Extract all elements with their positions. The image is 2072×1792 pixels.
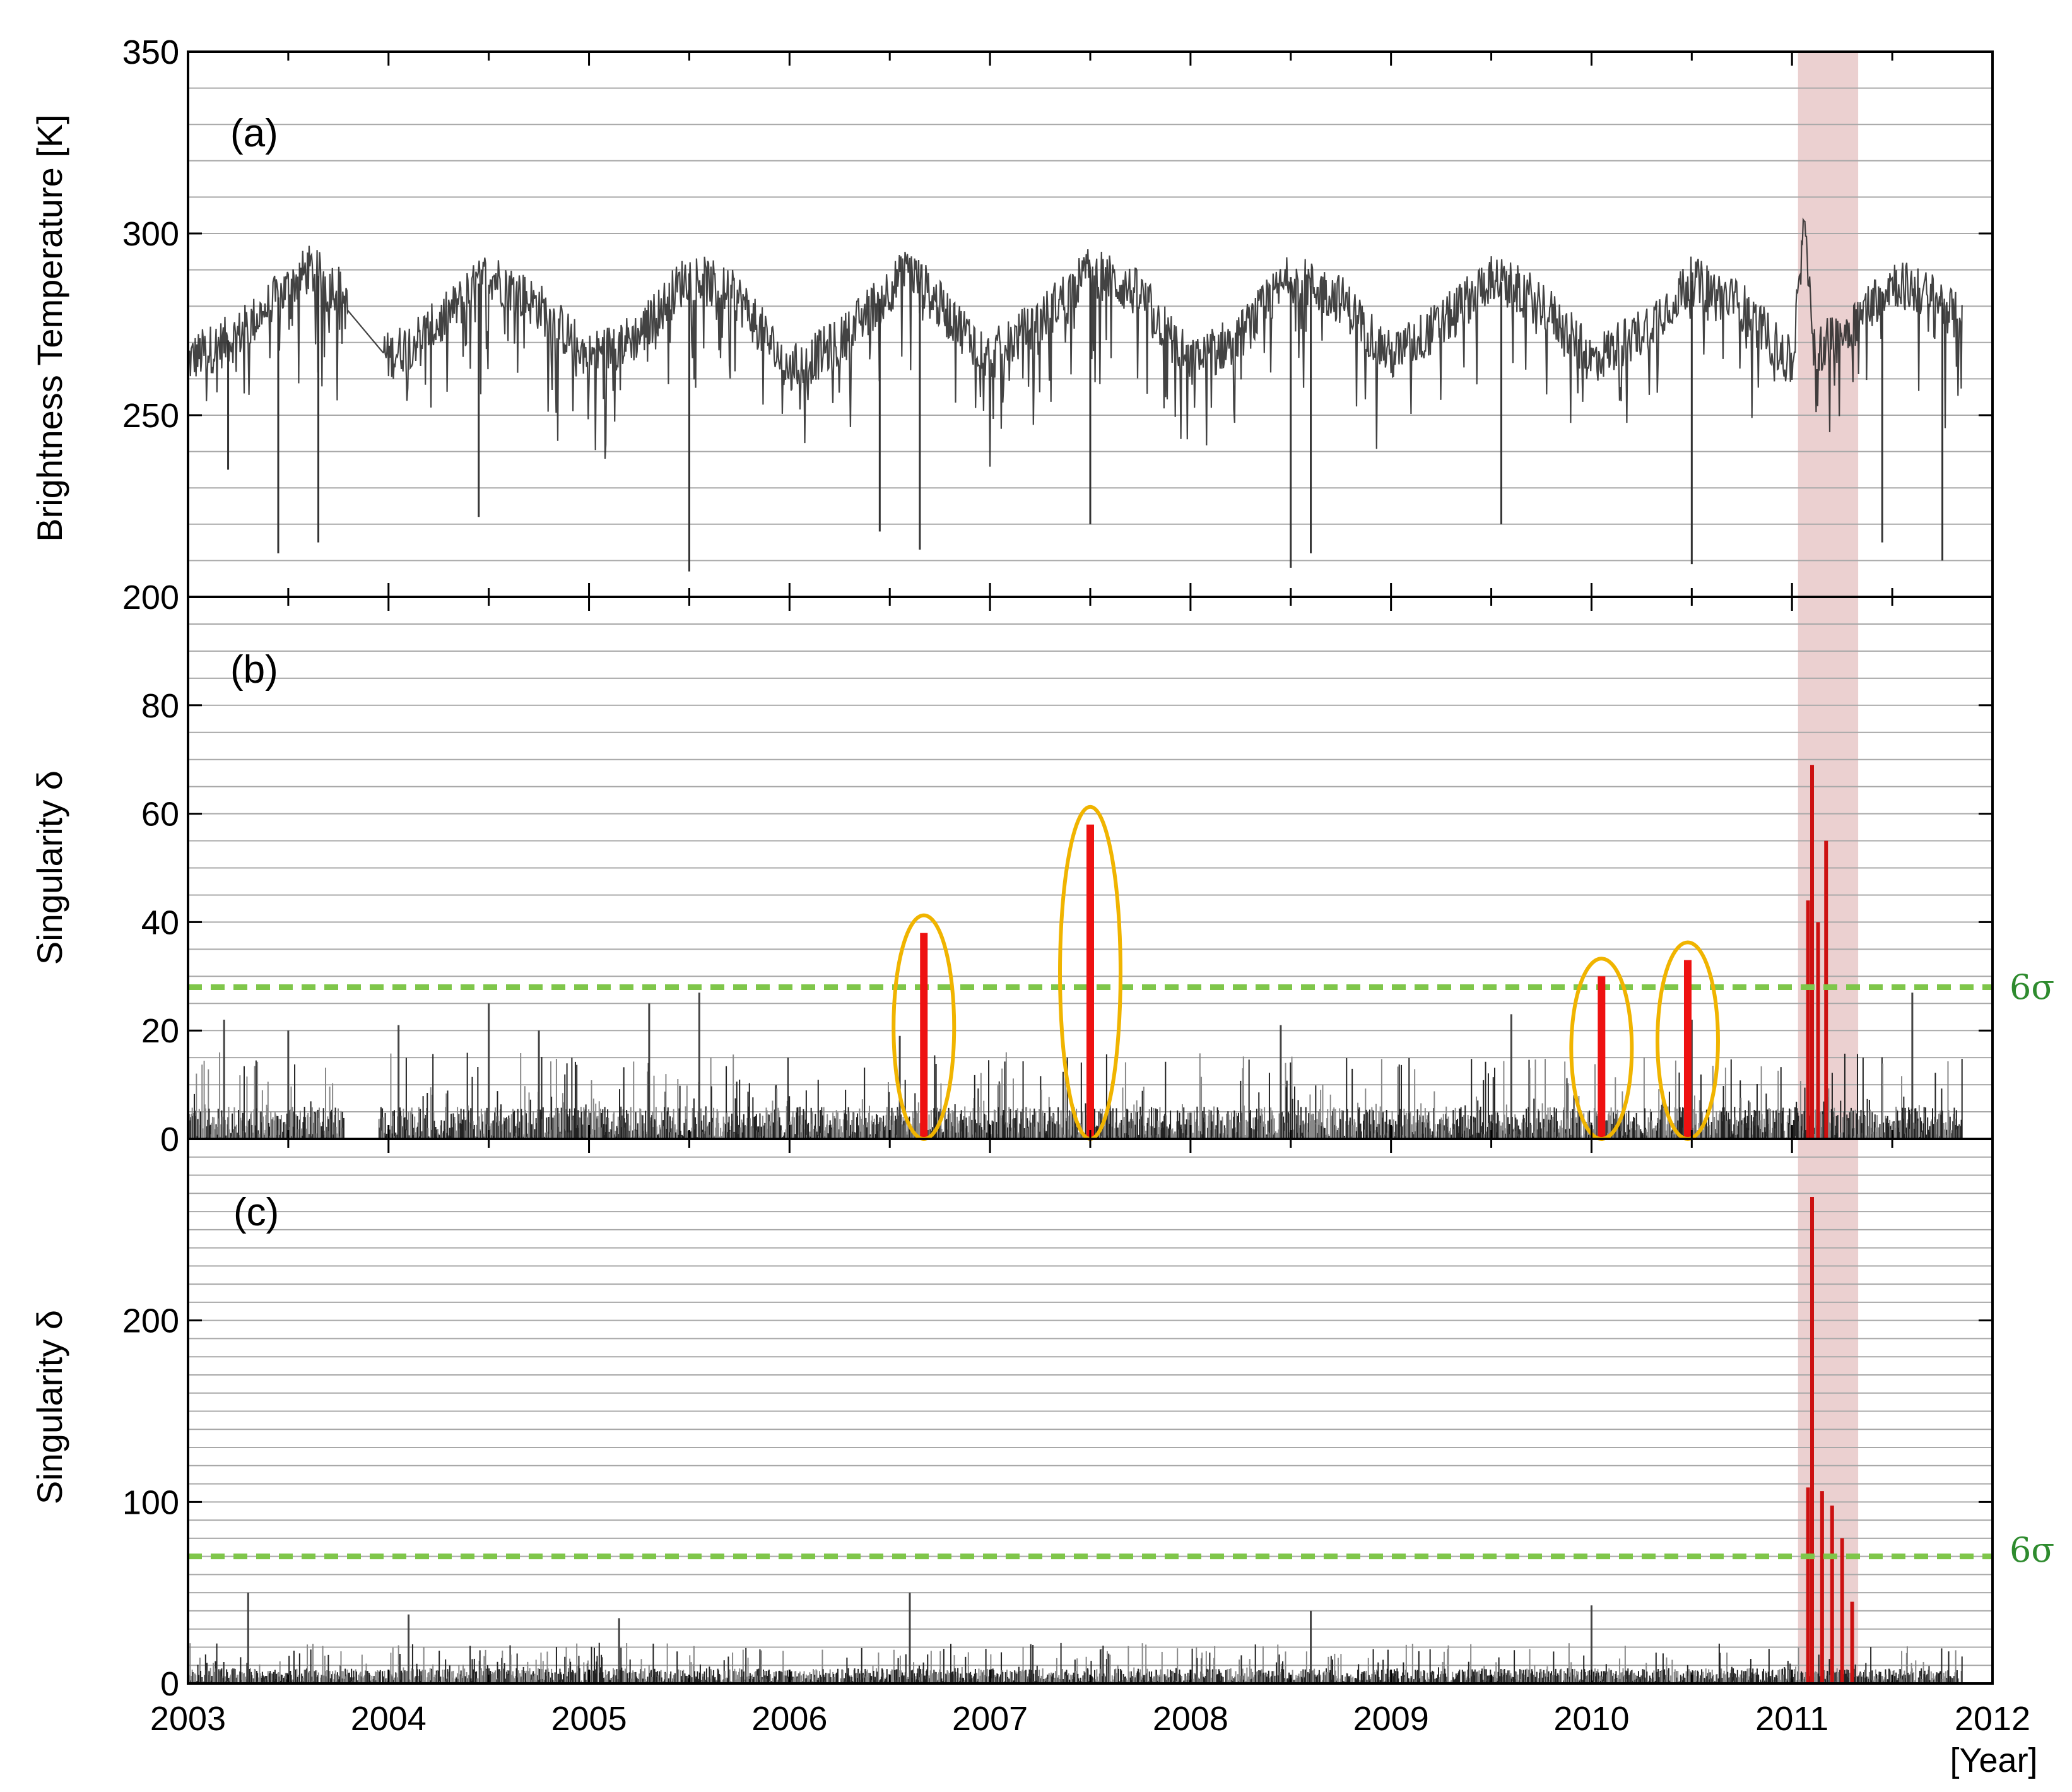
brightness-temperature-line: [187, 217, 1963, 467]
data-layer: [187, 217, 1993, 1683]
figure: 20025030035035002040608001002002003 2004 2…: [30, 33, 2054, 1779]
